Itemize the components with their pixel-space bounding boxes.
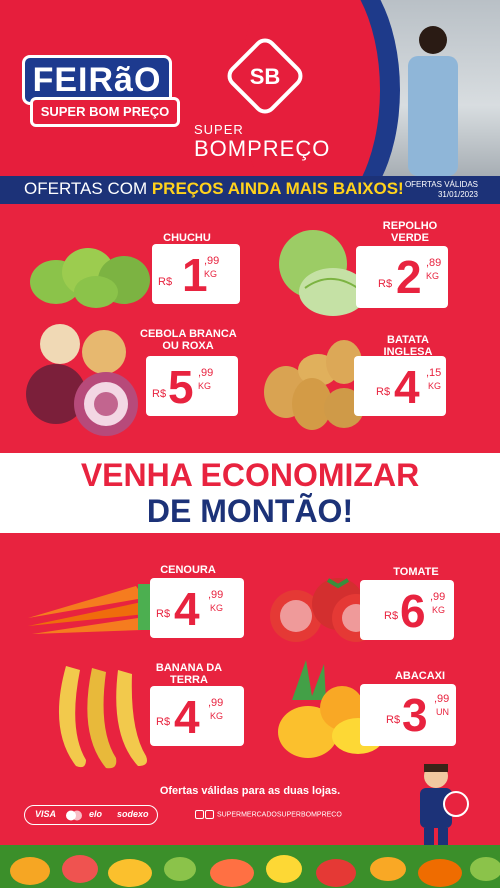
price-cents: ,99 (434, 693, 450, 705)
currency: R$ (384, 610, 399, 622)
sodexo-logo: sodexo (117, 809, 149, 819)
facebook-icon (205, 810, 214, 819)
price-unit: UN (436, 707, 449, 717)
feirao-badge: FEIRãO SUPER BOM PREÇO (22, 55, 180, 133)
currency: R$ (156, 716, 171, 728)
product-name-line1: BATATA (387, 334, 429, 346)
banner-text-start: OFERTAS COM (24, 179, 152, 198)
product-name-line1: BANANA DA (155, 662, 223, 674)
cenoura-image (28, 584, 154, 634)
banner-text-highlight: PREÇOS AINDA MAIS BAIXOS! (151, 179, 404, 198)
flyer: FEIRãO SUPER BOM PREÇO SB SUPER BOMPREÇO… (0, 0, 500, 888)
price-unit: KG (210, 711, 224, 721)
chuchu-image (30, 248, 150, 308)
fruit-ground (0, 845, 500, 888)
valid-label: OFERTAS VÁLIDAS (404, 180, 478, 189)
product-name-line1: ABACAXI (394, 670, 446, 682)
currency: R$ (156, 608, 171, 620)
feirao-subtitle: SUPER BOM PREÇO (30, 97, 180, 127)
mastercard-icon (66, 810, 82, 821)
price-tag: R$ 3 ,99 UN (360, 684, 456, 746)
product-name-line1: CEBOLA BRANCA (140, 328, 237, 340)
slogan-line2: DE MONTÃO! (146, 493, 354, 529)
price-integer: 2 (396, 251, 422, 303)
price-tag: R$ 5 ,99 KG (146, 356, 238, 416)
price-tag: R$ 4 ,99 KG (150, 578, 244, 638)
currency: R$ (386, 714, 401, 726)
product-name-line1: CHUCHU (163, 232, 211, 244)
price-unit: KG (198, 381, 212, 391)
price-unit: KG (204, 269, 218, 279)
price-integer: 6 (400, 585, 426, 637)
woman-figure (408, 26, 458, 176)
logo-super-text: SUPER (194, 122, 244, 137)
payment-methods: VISA elo sodexo (24, 805, 158, 825)
svg-text:SB: SB (250, 64, 281, 89)
price-tag: R$ 4 ,99 KG (150, 686, 244, 746)
banana-image (58, 666, 147, 769)
price-unit: KG (428, 381, 442, 391)
price-tag: R$ 4 ,15 KG (354, 356, 446, 416)
price-integer: 3 (402, 689, 428, 741)
product-name-line1: TOMATE (393, 566, 439, 578)
valid-date: OFERTAS VÁLIDAS 31/01/2023 (405, 180, 478, 200)
price-cents: ,99 (198, 367, 214, 379)
slogan-line1: VENHA ECONOMIZAR (80, 457, 420, 493)
header: FEIRãO SUPER BOM PREÇO SB SUPER BOMPREÇO (0, 0, 500, 176)
currency: R$ (376, 386, 391, 398)
cebola-image (26, 324, 138, 436)
price-cents: ,99 (204, 255, 220, 267)
banner-text: OFERTAS COM PREÇOS AINDA MAIS BAIXOS! (24, 179, 404, 199)
price-integer: 4 (174, 691, 200, 743)
price-unit: KG (432, 605, 446, 615)
valid-date-value: 31/01/2023 (437, 190, 478, 199)
social-handle: SUPERMERCADOSUPERBOMPRECO (216, 811, 342, 819)
offers-banner: OFERTAS COM PREÇOS AINDA MAIS BAIXOS! OF… (0, 176, 500, 204)
price-unit: KG (210, 603, 224, 613)
product-name-line1: REPOLHO (382, 220, 438, 232)
store-logo: SB SUPER BOMPREÇO (194, 38, 344, 168)
price-cents: ,99 (208, 589, 224, 601)
price-integer: 4 (394, 361, 420, 413)
price-integer: 4 (174, 583, 200, 635)
price-cents: ,99 (208, 697, 224, 709)
logo-cart-icon: SB (227, 38, 303, 114)
price-tag: R$ 6 ,99 KG (360, 580, 454, 640)
slogan-band: VENHA ECONOMIZAR DE MONTÃO! (0, 453, 500, 533)
product-name-line2: TERRA (170, 674, 208, 686)
price-tag: R$ 2 ,89 KG (356, 246, 448, 308)
price-unit: KG (426, 271, 440, 281)
product-name-line2: OU ROXA (162, 340, 214, 352)
product-name-line1: CENOURA (160, 564, 216, 576)
price-cents: ,99 (430, 591, 446, 603)
elo-logo: elo (89, 809, 103, 819)
logo-bompreco-text: BOMPREÇO (194, 136, 331, 161)
price-tag: R$ 1 ,99 KG (152, 244, 240, 304)
currency: R$ (378, 278, 393, 290)
price-integer: 5 (168, 361, 194, 413)
instagram-icon (195, 810, 204, 819)
price-cents: ,89 (426, 257, 442, 269)
price-cents: ,15 (426, 367, 442, 379)
currency: R$ (158, 276, 173, 288)
social-links: SUPERMERCADOSUPERBOMPRECO (195, 810, 342, 819)
product-name-line2: VERDE (391, 232, 429, 244)
visa-logo: VISA (35, 809, 57, 819)
currency: R$ (152, 388, 167, 400)
